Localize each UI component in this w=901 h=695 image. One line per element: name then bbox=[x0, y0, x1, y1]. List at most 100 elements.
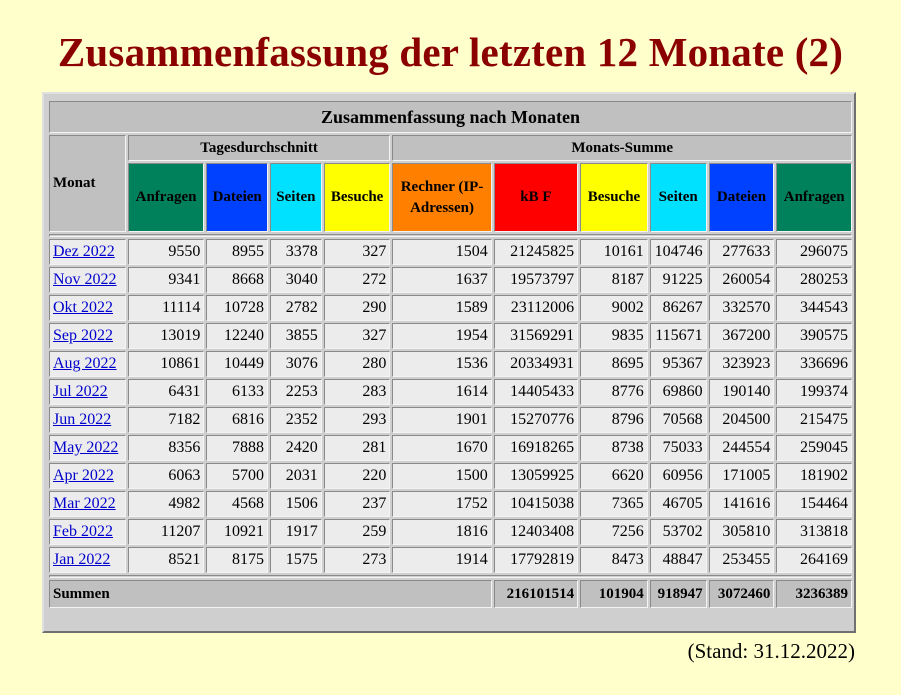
value-cell: 1901 bbox=[392, 407, 492, 433]
value-cell: 2352 bbox=[270, 407, 322, 433]
value-cell: 4568 bbox=[206, 491, 269, 517]
month-cell: May 2022 bbox=[49, 435, 126, 461]
value-cell: 5700 bbox=[206, 463, 269, 489]
table-row: Jun 2022 7182 6816 2352 293 1901 15270776 8796 7… bbox=[49, 407, 852, 433]
column-header-monthly-anfragen: Anfragen bbox=[776, 163, 852, 232]
month-link[interactable]: Jan 2022 bbox=[53, 551, 110, 568]
value-cell: 1954 bbox=[392, 323, 492, 349]
value-cell: 13019 bbox=[127, 323, 205, 349]
value-cell: 60956 bbox=[649, 463, 707, 489]
value-cell: 2420 bbox=[270, 435, 322, 461]
month-cell: Nov 2022 bbox=[49, 267, 126, 293]
value-cell: 220 bbox=[323, 463, 391, 489]
column-header-monthly-dateien: Dateien bbox=[708, 163, 775, 232]
value-cell: 10449 bbox=[206, 351, 269, 377]
column-header-daily-seiten: Seiten bbox=[270, 163, 322, 232]
value-cell: 23112006 bbox=[493, 295, 579, 321]
value-cell: 154464 bbox=[776, 491, 852, 517]
table-row: Sep 2022 13019 12240 3855 327 1954 31569291 983… bbox=[49, 323, 852, 349]
totals-value-cell: 918947 bbox=[649, 580, 707, 608]
value-cell: 327 bbox=[323, 239, 391, 265]
table-row: Feb 2022 11207 10921 1917 259 1816 12403408 725… bbox=[49, 519, 852, 545]
column-header-monthly-rechner-ip-adressen: Rechner (IP-Adressen) bbox=[392, 163, 492, 232]
value-cell: 7182 bbox=[127, 407, 205, 433]
value-cell: 1575 bbox=[270, 547, 322, 573]
month-link[interactable]: Feb 2022 bbox=[53, 523, 113, 540]
value-cell: 46705 bbox=[649, 491, 707, 517]
totals-value-cell: 101904 bbox=[580, 580, 648, 608]
monthly-summary-table: Zusammenfassung nach Monaten Monat Tages… bbox=[47, 99, 854, 610]
value-cell: 1589 bbox=[392, 295, 492, 321]
value-cell: 31569291 bbox=[493, 323, 579, 349]
month-link[interactable]: Apr 2022 bbox=[53, 467, 114, 484]
value-cell: 1752 bbox=[392, 491, 492, 517]
value-cell: 141616 bbox=[708, 491, 775, 517]
value-cell: 3378 bbox=[270, 239, 322, 265]
value-cell: 390575 bbox=[776, 323, 852, 349]
totals-value-cell: 216101514 bbox=[493, 580, 579, 608]
value-cell: 11114 bbox=[127, 295, 205, 321]
month-link[interactable]: Nov 2022 bbox=[53, 271, 117, 288]
month-cell: Aug 2022 bbox=[49, 351, 126, 377]
value-cell: 104746 bbox=[649, 239, 707, 265]
daily-average-group-header: Tagesdurchschnitt bbox=[127, 135, 391, 161]
stand-date-note: (Stand: 31.12.2022) bbox=[687, 639, 855, 663]
month-link[interactable]: Jun 2022 bbox=[53, 411, 111, 428]
value-cell: 8473 bbox=[580, 547, 648, 573]
value-cell: 280253 bbox=[776, 267, 852, 293]
table-row: May 2022 8356 7888 2420 281 1670 16918265 8738 7… bbox=[49, 435, 852, 461]
value-cell: 237 bbox=[323, 491, 391, 517]
value-cell: 8955 bbox=[206, 239, 269, 265]
value-cell: 9550 bbox=[127, 239, 205, 265]
month-link[interactable]: Mar 2022 bbox=[53, 495, 116, 512]
table-row: Mar 2022 4982 4568 1506 237 1752 10415038 7365 4… bbox=[49, 491, 852, 517]
totals-value-cell: 3072460 bbox=[708, 580, 775, 608]
month-cell: Feb 2022 bbox=[49, 519, 126, 545]
value-cell: 1917 bbox=[270, 519, 322, 545]
row-spacer bbox=[49, 575, 852, 578]
table-row: Okt 2022 11114 10728 2782 290 1589 23112006 900… bbox=[49, 295, 852, 321]
page-title: Zusammenfassung der letzten 12 Monate (2… bbox=[57, 29, 844, 75]
value-cell: 1500 bbox=[392, 463, 492, 489]
value-cell: 273 bbox=[323, 547, 391, 573]
month-link[interactable]: Okt 2022 bbox=[53, 299, 113, 316]
value-cell: 1816 bbox=[392, 519, 492, 545]
value-cell: 296075 bbox=[776, 239, 852, 265]
value-cell: 264169 bbox=[776, 547, 852, 573]
value-cell: 244554 bbox=[708, 435, 775, 461]
value-cell: 283 bbox=[323, 379, 391, 405]
value-cell: 8668 bbox=[206, 267, 269, 293]
table-row: Apr 2022 6063 5700 2031 220 1500 13059925 6620 6… bbox=[49, 463, 852, 489]
value-cell: 215475 bbox=[776, 407, 852, 433]
value-cell: 327 bbox=[323, 323, 391, 349]
month-link[interactable]: May 2022 bbox=[53, 439, 118, 456]
value-cell: 7256 bbox=[580, 519, 648, 545]
month-link[interactable]: Dez 2022 bbox=[53, 243, 115, 260]
spacer-cell bbox=[49, 575, 852, 578]
value-cell: 12403408 bbox=[493, 519, 579, 545]
month-cell: Dez 2022 bbox=[49, 239, 126, 265]
value-cell: 293 bbox=[323, 407, 391, 433]
column-header-monthly-kb-f: kB F bbox=[493, 163, 579, 232]
value-cell: 280 bbox=[323, 351, 391, 377]
value-cell: 344543 bbox=[776, 295, 852, 321]
value-cell: 48847 bbox=[649, 547, 707, 573]
table-caption: Zusammenfassung nach Monaten bbox=[49, 101, 852, 133]
value-cell: 10415038 bbox=[493, 491, 579, 517]
table-row: Jan 2022 8521 8175 1575 273 1914 17792819 8473 4… bbox=[49, 547, 852, 573]
column-header-row: Anfragen Dateien Seiten Besuche Rechner (IP-… bbox=[49, 163, 852, 232]
month-link[interactable]: Jul 2022 bbox=[53, 383, 108, 400]
value-cell: 6063 bbox=[127, 463, 205, 489]
value-cell: 9002 bbox=[580, 295, 648, 321]
value-cell: 272 bbox=[323, 267, 391, 293]
value-cell: 8175 bbox=[206, 547, 269, 573]
value-cell: 12240 bbox=[206, 323, 269, 349]
value-cell: 323923 bbox=[708, 351, 775, 377]
month-column-header: Monat bbox=[49, 135, 126, 232]
table-row: Jul 2022 6431 6133 2253 283 1614 14405433 8776 6… bbox=[49, 379, 852, 405]
month-link[interactable]: Sep 2022 bbox=[53, 327, 113, 344]
value-cell: 10861 bbox=[127, 351, 205, 377]
month-cell: Sep 2022 bbox=[49, 323, 126, 349]
value-cell: 75033 bbox=[649, 435, 707, 461]
month-link[interactable]: Aug 2022 bbox=[53, 355, 117, 372]
